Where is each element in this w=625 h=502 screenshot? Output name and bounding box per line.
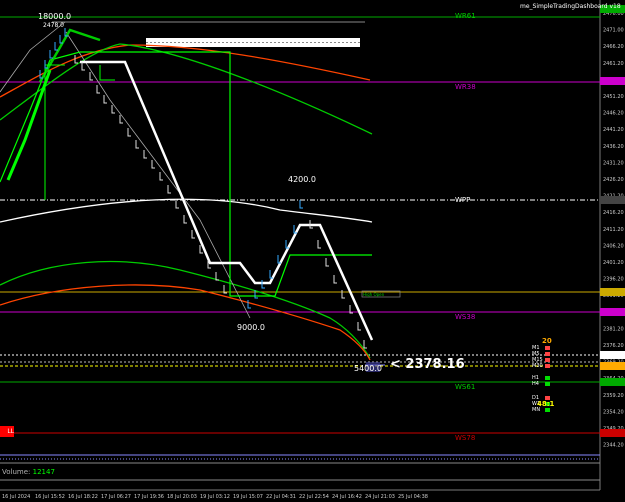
- marker-top-small: 2478.0: [43, 22, 64, 29]
- dashboard-row: H4: [532, 381, 552, 387]
- renko-brick: [175, 200, 179, 209]
- renko-brick: [54, 42, 58, 51]
- renko-brick: [325, 258, 329, 267]
- time-tick: 18 Jul 20:03: [167, 494, 197, 500]
- level-wr38: WR38: [455, 83, 476, 91]
- marker-low: 9000.0: [237, 323, 265, 332]
- price-tick: 2471.00: [603, 28, 624, 34]
- renko-brick: [357, 322, 361, 331]
- renko-brick: [363, 340, 367, 349]
- price-tick: 2431.20: [603, 160, 624, 166]
- time-tick: 22 Jul 22:54: [299, 494, 329, 500]
- price-tick: 2411.20: [603, 227, 624, 233]
- renko-brick: [341, 290, 345, 299]
- price-tick: 2354.20: [603, 409, 624, 415]
- renko-brick: [183, 215, 187, 224]
- time-tick: 25 Jul 04:38: [398, 494, 428, 500]
- price-tick: 2376.20: [603, 343, 624, 349]
- volume-value: 12147: [32, 468, 55, 476]
- time-tick: 24 Jul 21:03: [365, 494, 395, 500]
- price-tick: 2344.20: [603, 443, 624, 449]
- dashboard-status-icon: [545, 364, 550, 368]
- price-tick: 2406.20: [603, 243, 624, 249]
- price-tick: 2396.20: [603, 277, 624, 283]
- time-tick: 16 Jul 18:22: [68, 494, 98, 500]
- time-tick: 24 Jul 16:42: [332, 494, 362, 500]
- renko-brick: [143, 150, 147, 159]
- dashboard-status-icon: [545, 408, 550, 412]
- dashboard-status-icon: [545, 376, 550, 380]
- renko-brick: [103, 95, 107, 104]
- renko-brick: [159, 172, 163, 181]
- price-tick: 2401.20: [603, 260, 624, 266]
- renko-brick: [247, 300, 251, 309]
- time-tick: 19 Jul 15:07: [233, 494, 263, 500]
- renko-brick: [96, 85, 100, 94]
- level-wpp: WPP: [455, 196, 471, 204]
- time-tick: 16 Jul 2024: [2, 494, 30, 500]
- renko-brick: [299, 200, 303, 209]
- level-ws38: WS38: [455, 313, 476, 321]
- marker-top: 18000.0: [38, 12, 72, 21]
- price-tick: 2446.20: [603, 111, 624, 117]
- renko-brick: [135, 140, 139, 149]
- price-chart[interactable]: 2476.002471.002466.202461.202456.202451.…: [0, 0, 625, 502]
- price-tick: 2461.20: [603, 61, 624, 67]
- renko-brick: [191, 230, 195, 239]
- dashboard-status-icon: [545, 352, 550, 356]
- level-ws78: WS78: [455, 434, 476, 442]
- level-ws61: WS61: [455, 383, 476, 391]
- time-tick: 17 Jul 19:36: [134, 494, 164, 500]
- renko-brick: [215, 272, 219, 281]
- time-tick: 22 Jul 04:31: [266, 494, 296, 500]
- price-tick: 2416.20: [603, 210, 624, 216]
- marker-mid: 4200.0: [288, 175, 316, 184]
- indicator-title: me_SimpleTradingDashboard v18: [520, 3, 621, 10]
- dashboard-status-icon: [545, 382, 550, 386]
- renko-brick: [74, 55, 78, 64]
- high-open-label: High Open: [363, 292, 385, 297]
- dashboard-status-icon: [545, 346, 550, 350]
- dashboard-row: M30: [532, 363, 552, 369]
- time-tick: 16 Jul 15:52: [35, 494, 65, 500]
- price-tick: 2441.20: [603, 127, 624, 133]
- dashboard-row-label: M30: [532, 363, 543, 369]
- price-tick: 2381.20: [603, 326, 624, 332]
- price-tick: 2426.20: [603, 177, 624, 183]
- price-tick: 2436.20: [603, 144, 624, 150]
- dashboard-ratio: 48:1: [537, 400, 555, 408]
- dashboard-count: 20: [542, 337, 552, 345]
- price-tick: 2451.20: [603, 94, 624, 100]
- volume-readout: Volume: 12147: [2, 468, 55, 476]
- time-tick: 19 Jul 03:12: [200, 494, 230, 500]
- renko-brick: [333, 275, 337, 284]
- renko-bricks: [39, 28, 367, 349]
- renko-brick: [317, 240, 321, 249]
- price-callout: < 2378.16: [390, 357, 465, 372]
- sell-badge: LL: [0, 426, 14, 437]
- time-tick: 17 Jul 06:27: [101, 494, 131, 500]
- renko-brick: [167, 185, 171, 194]
- dashboard-row-label: H4: [532, 381, 539, 387]
- marker-last: 5400.0: [354, 364, 382, 373]
- renko-brick: [49, 50, 53, 59]
- renko-brick: [127, 128, 131, 137]
- renko-brick: [151, 160, 155, 169]
- price-tick: 2359.20: [603, 393, 624, 399]
- price-tick: 2466.20: [603, 44, 624, 50]
- level-wr61: WR61: [455, 12, 476, 20]
- dashboard-status-icon: [545, 358, 550, 362]
